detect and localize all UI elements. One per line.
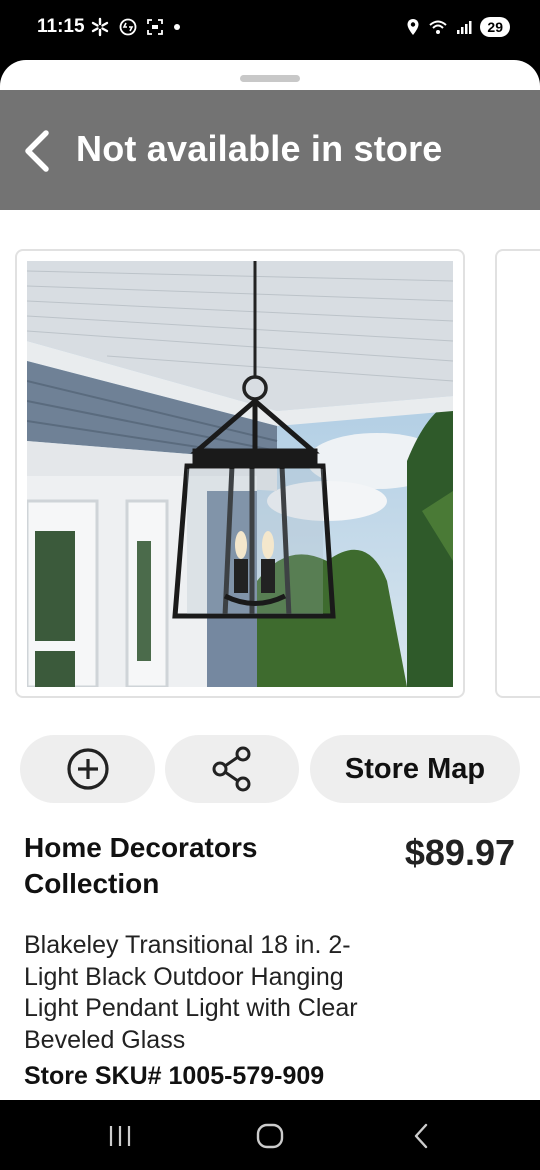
status-right-icons: 29 xyxy=(406,16,510,38)
back-chevron-icon[interactable] xyxy=(18,128,58,174)
home-icon[interactable] xyxy=(250,1120,290,1152)
product-title: Blakeley Transitional 18 in. 2-Light Bla… xyxy=(24,931,358,1054)
status-left-icons xyxy=(90,16,181,38)
drag-handle[interactable] xyxy=(240,75,300,82)
dot-icon xyxy=(174,24,180,30)
walmart-spark-icon xyxy=(91,17,109,37)
signal-icon xyxy=(457,21,472,34)
system-nav-bar xyxy=(0,1100,540,1170)
store-map-button[interactable]: Store Map xyxy=(310,735,520,803)
share-button[interactable] xyxy=(165,735,299,803)
wifi-icon xyxy=(429,20,448,34)
recent-apps-icon[interactable] xyxy=(100,1120,140,1152)
product-price: $89.97 xyxy=(404,832,515,873)
share-icon xyxy=(212,746,251,792)
product-sheet: Not available in store Store Map Home De… xyxy=(0,60,540,1100)
next-image-card[interactable] xyxy=(495,249,540,698)
product-sku: Store SKU# 1005-579-909 xyxy=(24,1062,325,1090)
header-title: Not available in store xyxy=(76,128,443,169)
battery-level: 29 xyxy=(480,17,510,37)
status-time: 11:15 xyxy=(37,16,85,37)
nav-back-icon[interactable] xyxy=(402,1120,442,1152)
product-image-card[interactable] xyxy=(15,249,465,698)
product-brand[interactable]: Home Decorators Collection xyxy=(24,830,354,902)
product-image xyxy=(27,261,453,687)
status-bar: 11:15 29 xyxy=(0,0,540,58)
store-map-label: Store Map xyxy=(344,752,486,785)
add-to-list-button[interactable] xyxy=(20,735,155,803)
plus-circle-icon xyxy=(66,748,109,790)
screenshot-icon xyxy=(147,19,163,35)
location-icon xyxy=(407,19,419,35)
shazam-icon xyxy=(119,18,137,36)
header-bar: Not available in store xyxy=(0,90,540,210)
